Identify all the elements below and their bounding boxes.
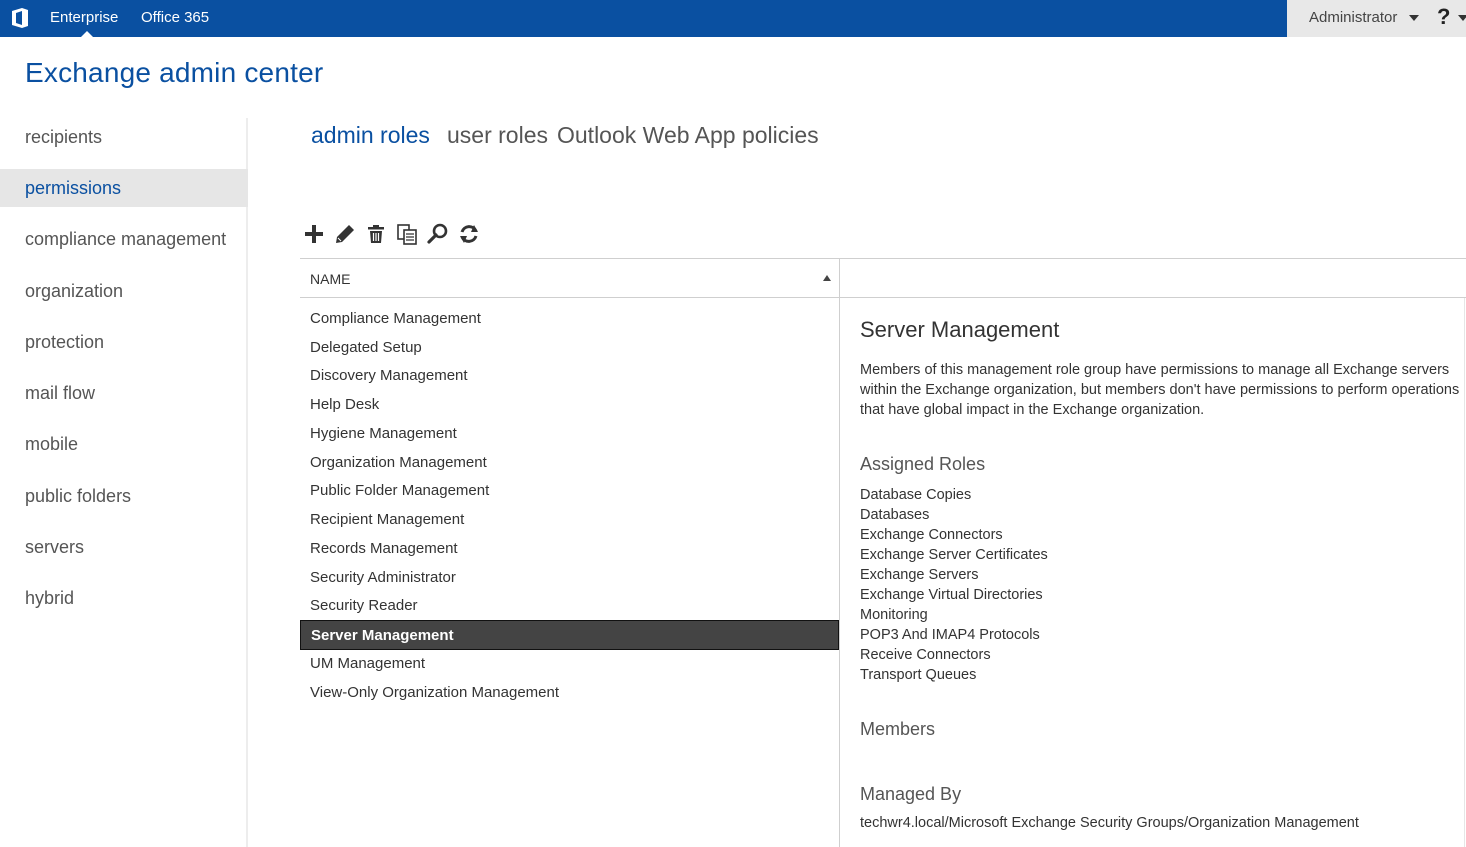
add-icon[interactable]	[302, 222, 326, 246]
list-item-selected[interactable]: Server Management	[300, 620, 839, 650]
nav-item-mail-flow[interactable]: mail flow	[0, 374, 248, 412]
active-nav-pointer	[81, 31, 93, 37]
role-item: POP3 And IMAP4 Protocols	[860, 627, 1040, 643]
list-item[interactable]: Records Management	[300, 534, 839, 563]
role-item: Receive Connectors	[860, 647, 991, 663]
list-item[interactable]: Security Administrator	[300, 563, 839, 592]
chevron-down-icon[interactable]	[1409, 15, 1419, 21]
search-icon[interactable]	[426, 222, 450, 246]
nav-item-protection[interactable]: protection	[0, 323, 248, 361]
copy-icon[interactable]	[395, 222, 419, 246]
role-item: Exchange Connectors	[860, 527, 1003, 543]
list-item[interactable]: Delegated Setup	[300, 333, 839, 362]
list-item[interactable]: View-Only Organization Management	[300, 678, 839, 707]
app-title: Exchange admin center	[25, 57, 324, 88]
role-item: Monitoring	[860, 607, 928, 623]
help-icon[interactable]: ?	[1437, 4, 1450, 30]
role-item: Databases	[860, 507, 930, 523]
user-menu[interactable]: Administrator ?	[1287, 0, 1466, 37]
managed-by-heading: Managed By	[860, 784, 962, 804]
details-header	[839, 258, 1466, 298]
chevron-down-icon[interactable]	[1458, 15, 1466, 21]
edit-icon[interactable]	[333, 222, 357, 246]
office-logo-icon[interactable]	[9, 7, 31, 29]
nav-item-permissions[interactable]: permissions	[0, 169, 248, 207]
list-item[interactable]: Help Desk	[300, 390, 839, 419]
nav-enterprise-link[interactable]: Enterprise	[50, 9, 118, 26]
left-nav: recipients permissions compliance manage…	[0, 118, 248, 847]
details-description: Members of this management role group ha…	[860, 362, 1460, 418]
nav-office365-link[interactable]: Office 365	[141, 9, 209, 26]
role-item: Transport Queues	[860, 667, 977, 683]
role-item: Exchange Virtual Directories	[860, 587, 1043, 603]
list-item[interactable]: Recipient Management	[300, 505, 839, 534]
list-header: NAME	[300, 258, 839, 298]
list-item[interactable]: Hygiene Management	[300, 419, 839, 448]
tab-owa-policies[interactable]: Outlook Web App policies	[557, 122, 819, 149]
list-item[interactable]: Public Folder Management	[300, 476, 839, 505]
delete-icon[interactable]	[364, 222, 388, 246]
assigned-roles-list: Database Copies Databases Exchange Conne…	[860, 485, 1048, 685]
list-item[interactable]: Compliance Management	[300, 304, 839, 333]
role-item: Exchange Server Certificates	[860, 547, 1048, 563]
list-item[interactable]: Security Reader	[300, 591, 839, 620]
nav-item-recipients[interactable]: recipients	[0, 118, 248, 156]
role-item: Exchange Servers	[860, 567, 979, 583]
tab-admin-roles[interactable]: admin roles	[311, 122, 430, 149]
list-item[interactable]: UM Management	[300, 649, 839, 678]
details-title: Server Management	[860, 317, 1060, 342]
list-item[interactable]: Organization Management	[300, 448, 839, 477]
scroll-edge	[1464, 298, 1465, 847]
tab-user-roles[interactable]: user roles	[447, 122, 548, 149]
assigned-roles-heading: Assigned Roles	[860, 454, 986, 474]
role-group-list: Compliance Management Delegated Setup Di…	[300, 298, 839, 847]
managed-by-value: techwr4.local/Microsoft Exchange Securit…	[860, 815, 1359, 831]
nav-item-public-folders[interactable]: public folders	[0, 477, 248, 515]
nav-item-servers[interactable]: servers	[0, 528, 248, 566]
user-name[interactable]: Administrator	[1309, 9, 1397, 26]
role-item: Database Copies	[860, 487, 972, 503]
nav-item-mobile[interactable]: mobile	[0, 425, 248, 463]
pane-divider	[839, 298, 840, 847]
nav-item-organization[interactable]: organization	[0, 272, 248, 310]
list-item[interactable]: Discovery Management	[300, 361, 839, 390]
sort-ascending-icon[interactable]	[823, 275, 831, 281]
nav-item-compliance-management[interactable]: compliance management	[0, 220, 248, 258]
refresh-icon[interactable]	[457, 222, 481, 246]
members-heading: Members	[860, 719, 936, 739]
column-header-name[interactable]: NAME	[310, 271, 350, 287]
nav-item-hybrid[interactable]: hybrid	[0, 579, 248, 617]
top-bar: Enterprise Office 365 Administrator ?	[0, 0, 1466, 37]
